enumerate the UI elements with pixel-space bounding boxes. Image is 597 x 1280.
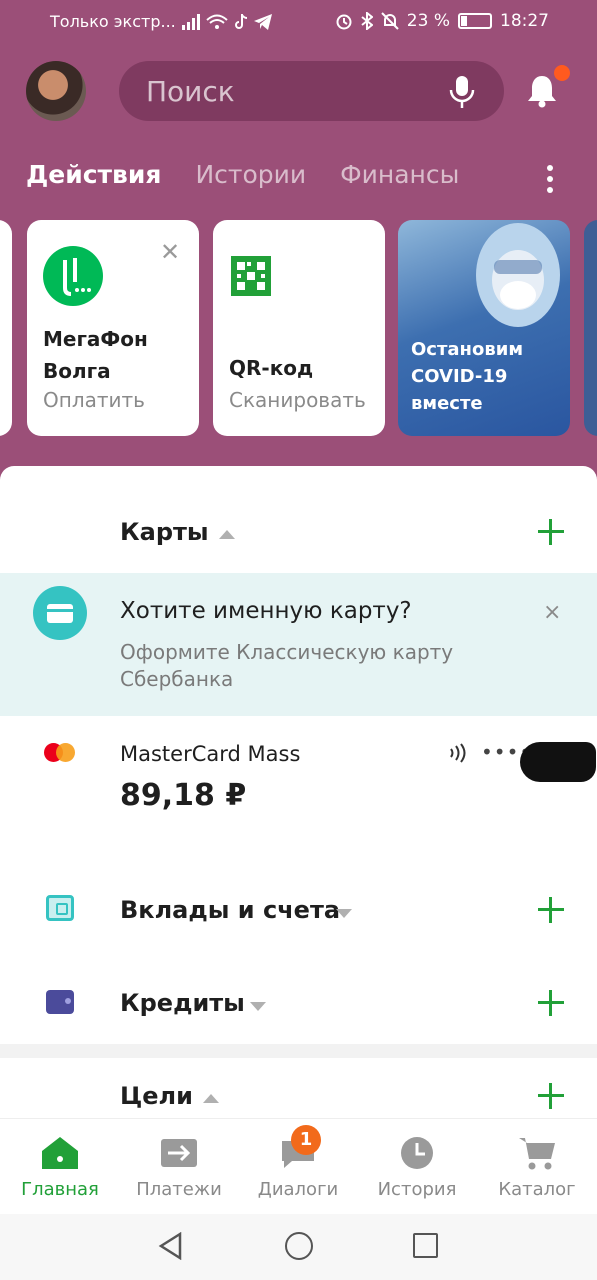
more-options-icon[interactable]	[538, 165, 562, 195]
nav-payments-label: Платежи	[136, 1179, 222, 1200]
action-card-megafon[interactable]: ✕ МегаФон Волга Оплатить	[27, 220, 199, 436]
action-card-partial-right[interactable]	[584, 220, 597, 436]
cards-section-title[interactable]: Карты	[120, 518, 209, 546]
qr-title: QR-код	[229, 356, 314, 380]
contactless-icon	[450, 743, 466, 763]
deposits-section-title[interactable]: Вклады и счета	[120, 896, 340, 924]
nav-history-label: История	[377, 1179, 457, 1200]
promo-subtitle: Оформите Классическую карту Сбербанка	[120, 640, 454, 691]
promo-close-icon[interactable]: ×	[543, 600, 561, 625]
back-icon[interactable]	[158, 1232, 184, 1260]
top-tabs: Действия Истории Финансы	[26, 160, 459, 189]
megafon-logo-icon	[43, 246, 103, 306]
nav-home[interactable]: Главная	[0, 1119, 120, 1200]
action-card-partial-left[interactable]	[0, 220, 12, 436]
nav-history[interactable]: История	[357, 1119, 477, 1200]
search-bar[interactable]: Поиск	[119, 61, 504, 121]
payments-icon	[159, 1135, 199, 1171]
action-card-covid[interactable]: Остановим COVID-19 вместе	[398, 220, 570, 436]
nav-payments[interactable]: Платежи	[119, 1119, 239, 1200]
battery-percent: 23 %	[406, 11, 450, 31]
promo-title: Хотите именную карту?	[120, 598, 412, 624]
card-promo-icon	[33, 586, 87, 640]
home-circle-icon[interactable]	[285, 1232, 313, 1260]
battery-icon	[458, 13, 492, 29]
nav-home-label: Главная	[21, 1179, 99, 1200]
telegram-icon	[253, 13, 272, 30]
status-bar: Только экстр... 23 % 18:27	[0, 0, 597, 44]
clock-icon	[397, 1135, 437, 1171]
home-icon	[40, 1135, 80, 1171]
card-balance[interactable]: 89,18 ₽	[120, 778, 246, 813]
nav-catalog[interactable]: Каталог	[477, 1119, 597, 1200]
wifi-icon	[206, 14, 228, 29]
section-divider	[0, 1044, 597, 1058]
card-name[interactable]: MasterCard Mass	[120, 742, 300, 766]
close-icon[interactable]: ✕	[160, 238, 180, 266]
nav-catalog-label: Каталог	[498, 1179, 576, 1200]
status-carrier-text: Только экстр...	[50, 12, 176, 31]
wallet-icon	[46, 990, 74, 1014]
notification-dot	[554, 65, 570, 81]
add-card-button[interactable]	[538, 519, 564, 545]
add-goal-button[interactable]	[538, 1083, 564, 1109]
recent-apps-icon[interactable]	[413, 1233, 438, 1258]
add-credit-button[interactable]	[538, 990, 564, 1016]
covid-text: Остановим COVID-19 вместе	[411, 339, 524, 414]
promo-banner[interactable]: Хотите именную карту? Оформите Классичес…	[0, 573, 597, 716]
cart-icon	[517, 1135, 557, 1171]
tab-finances[interactable]: Финансы	[340, 160, 459, 189]
cards-collapse-icon[interactable]	[219, 530, 235, 539]
goals-section-title[interactable]: Цели	[120, 1082, 193, 1110]
search-input[interactable]: Поиск	[146, 75, 235, 108]
safe-icon	[46, 895, 74, 921]
status-time: 18:27	[500, 11, 549, 31]
alarm-icon	[336, 14, 352, 30]
tab-stories[interactable]: Истории	[195, 160, 306, 189]
avatar[interactable]	[26, 61, 86, 121]
add-deposit-button[interactable]	[538, 897, 564, 923]
tab-actions[interactable]: Действия	[26, 160, 161, 189]
signal-icon	[181, 13, 200, 30]
mastercard-icon	[44, 743, 78, 763]
qr-subtitle: Сканировать	[229, 388, 366, 412]
nav-dialogs-label: Диалоги	[257, 1179, 339, 1200]
system-navigation-bar	[0, 1214, 597, 1280]
action-card-qr[interactable]: QR-код Сканировать	[213, 220, 385, 436]
megafon-subtitle: Оплатить	[43, 388, 145, 412]
bell-icon[interactable]	[526, 74, 558, 108]
mute-icon	[381, 12, 399, 30]
credits-expand-icon[interactable]	[250, 1002, 266, 1011]
tiktok-icon	[234, 13, 247, 29]
microphone-icon[interactable]	[449, 75, 475, 109]
credits-section-title[interactable]: Кредиты	[120, 989, 245, 1017]
doctor-image	[476, 223, 560, 327]
goals-collapse-icon[interactable]	[203, 1094, 219, 1103]
dialogs-badge: 1	[291, 1125, 321, 1155]
redaction-blob	[520, 742, 596, 782]
deposits-expand-icon[interactable]	[336, 909, 352, 918]
bluetooth-icon	[361, 12, 373, 30]
qr-code-icon	[231, 256, 271, 296]
megafon-title: МегаФон Волга	[43, 327, 148, 383]
